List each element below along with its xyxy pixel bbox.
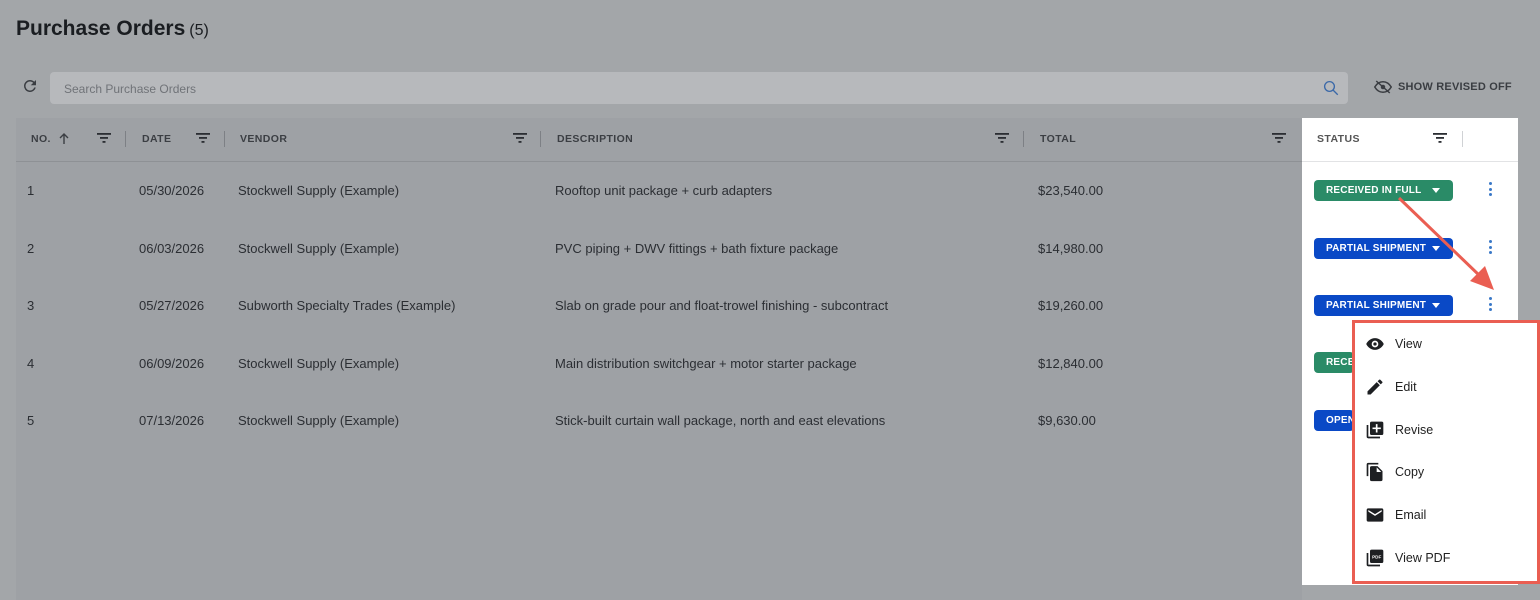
status-dropdown[interactable]: PARTIAL SHIPMENT [1314,295,1453,316]
envelope-icon [1366,508,1384,522]
filter-icon[interactable] [512,131,528,145]
cell-total: $9,630.00 [1038,413,1096,428]
cell-no: 3 [27,298,35,313]
more-actions-button[interactable] [1486,240,1494,256]
cell-description: Slab on grade pour and float-trowel fini… [555,298,889,313]
cell-date: 05/30/2026 [139,183,205,198]
header-divider [1302,161,1518,162]
add-copy-icon [1366,421,1384,439]
cell-no: 1 [27,183,35,198]
cell-no: 5 [27,413,35,428]
status-label: PARTIAL SHIPMENT [1326,243,1427,254]
filter-icon[interactable] [994,131,1010,145]
cell-total: $14,980.00 [1038,241,1104,256]
table-row[interactable]: 3 05/27/2026 Subworth Specialty Trades (… [16,276,1302,333]
col-header-vendor[interactable]: VENDOR [240,133,287,145]
cell-description: Stick-built curtain wall package, north … [555,413,886,428]
menu-item-label: Copy [1395,465,1425,479]
show-revised-label: SHOW REVISED OFF [1398,81,1512,93]
page-title: Purchase Orders (5) [16,17,209,41]
cell-date: 06/03/2026 [139,241,205,256]
menu-item-label: View [1395,337,1422,351]
table-row[interactable]: 2 06/03/2026 Stockwell Supply (Example) … [16,219,1302,276]
record-count: (5) [189,22,209,39]
cell-vendor: Stockwell Supply (Example) [238,356,400,371]
cell-date: 07/13/2026 [139,413,205,428]
column-divider [1462,131,1463,147]
more-actions-button[interactable] [1486,182,1494,198]
filter-icon[interactable] [1271,131,1287,145]
cell-vendor: Subworth Specialty Trades (Example) [238,298,456,313]
menu-item-revise[interactable]: Revise [1355,409,1537,451]
status-label: PARTIAL SHIPMENT [1326,300,1427,311]
svg-text:PDF: PDF [1372,554,1381,559]
cell-total: $12,840.00 [1038,356,1104,371]
caret-down-icon [1432,303,1440,308]
status-dropdown[interactable]: PARTIAL SHIPMENT [1314,238,1453,259]
status-dropdown[interactable]: RECEIVED IN FULL [1314,180,1453,201]
menu-item-view-pdf[interactable]: PDF View PDF [1355,537,1537,579]
eye-icon [1366,338,1384,350]
status-label: RECE [1326,357,1355,368]
page-title-text: Purchase Orders [16,17,186,40]
table-row[interactable]: 5 07/13/2026 Stockwell Supply (Example) … [16,391,1302,448]
menu-item-edit[interactable]: Edit [1355,366,1537,408]
status-label: OPEN [1326,415,1356,426]
cell-date: 06/09/2026 [139,356,205,371]
menu-item-label: Revise [1395,423,1434,437]
menu-item-label: Edit [1395,380,1417,394]
caret-down-icon [1432,246,1440,251]
column-divider [540,131,541,147]
status-dropdown[interactable]: OPEN [1314,410,1356,431]
cell-description: Main distribution switchgear + motor sta… [555,356,857,371]
table-row[interactable]: 4 06/09/2026 Stockwell Supply (Example) … [16,334,1302,391]
purchase-orders-table: NO. DATE VENDOR DESCRIPTION TOTAL 1 05/3… [16,118,1302,600]
pdf-icon: PDF [1366,549,1384,567]
menu-item-email[interactable]: Email [1355,494,1537,536]
search-icon[interactable] [1322,79,1340,97]
column-divider [224,131,225,147]
status-dropdown[interactable]: RECE [1314,352,1354,373]
cell-no: 2 [27,241,35,256]
table-header: NO. DATE VENDOR DESCRIPTION TOTAL [16,118,1302,162]
search-input[interactable] [62,72,1306,106]
search-bar[interactable] [50,72,1348,106]
filter-icon[interactable] [1432,131,1448,145]
cell-vendor: Stockwell Supply (Example) [238,183,400,198]
menu-item-label: View PDF [1395,551,1451,565]
copy-icon [1366,462,1383,482]
filter-icon[interactable] [195,131,211,145]
more-actions-button[interactable] [1486,297,1494,313]
cell-date: 05/27/2026 [139,298,205,313]
eye-off-icon [1374,80,1392,94]
sort-ascending-icon[interactable] [58,133,70,145]
col-header-no[interactable]: NO. [31,133,51,145]
column-divider [125,131,126,147]
table-row[interactable]: 1 05/30/2026 Stockwell Supply (Example) … [16,161,1302,218]
status-label: RECEIVED IN FULL [1326,185,1422,196]
column-divider [1023,131,1024,147]
col-header-total[interactable]: TOTAL [1040,133,1076,145]
cell-description: Rooftop unit package + curb adapters [555,183,773,198]
show-revised-toggle[interactable]: SHOW REVISED OFF [1374,80,1512,94]
cell-total: $23,540.00 [1038,183,1104,198]
cell-no: 4 [27,356,35,371]
row-actions-menu: View Edit Revise Copy Email PDF View PDF [1352,320,1540,584]
menu-item-label: Email [1395,508,1427,522]
col-header-status[interactable]: STATUS [1317,133,1360,145]
cell-description: PVC piping + DWV fittings + bath fixture… [555,241,839,256]
col-header-date[interactable]: DATE [142,133,171,145]
caret-down-icon [1432,188,1440,193]
cell-vendor: Stockwell Supply (Example) [238,241,400,256]
pencil-icon [1367,379,1383,395]
filter-icon[interactable] [96,131,112,145]
menu-item-view[interactable]: View [1355,323,1537,365]
cell-vendor: Stockwell Supply (Example) [238,413,400,428]
menu-item-copy[interactable]: Copy [1355,451,1537,493]
col-header-description[interactable]: DESCRIPTION [557,133,633,145]
refresh-icon[interactable] [21,77,39,95]
cell-total: $19,260.00 [1038,298,1104,313]
